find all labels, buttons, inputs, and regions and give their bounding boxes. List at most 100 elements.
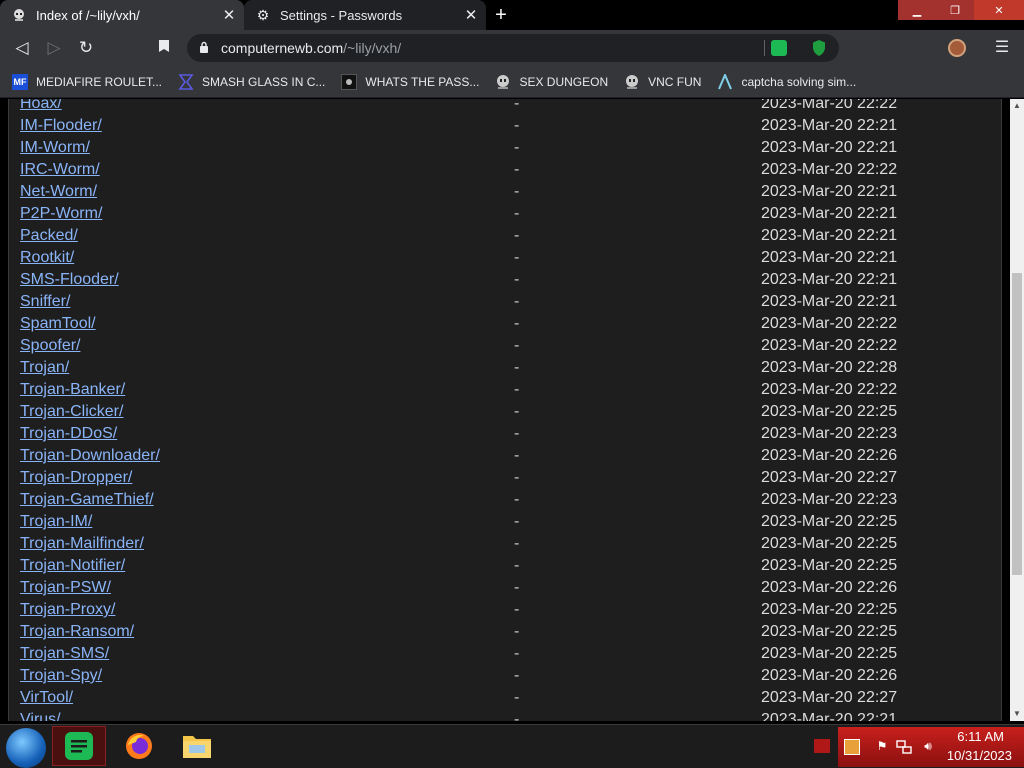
flag-icon[interactable]: ⚑ xyxy=(874,739,890,755)
scroll-down-arrow-icon[interactable]: ▼ xyxy=(1010,707,1024,721)
date-cell: 2023-Mar-20 22:21 xyxy=(761,183,898,200)
directory-link[interactable]: Trojan-DDoS/ xyxy=(20,425,117,443)
table-row: SMS-Flooder/ - 2023-Mar-20 22:21 xyxy=(9,271,1003,293)
clock-date[interactable]: 10/31/2023 xyxy=(947,748,1012,763)
directory-link[interactable]: Trojan/ xyxy=(20,359,69,377)
scrollbar-thumb[interactable] xyxy=(1012,273,1022,575)
bookmark-whats-the-pass[interactable]: WHATS THE PASS... xyxy=(341,73,479,90)
date-cell: 2023-Mar-20 22:26 xyxy=(761,667,898,684)
table-row: Trojan-GameThief/ - 2023-Mar-20 22:23 xyxy=(9,491,1003,513)
table-row: Trojan-Proxy/ - 2023-Mar-20 22:25 xyxy=(9,601,1003,623)
directory-link[interactable]: Rootkit/ xyxy=(20,249,74,267)
new-tab-button[interactable]: + xyxy=(490,4,512,26)
forward-button[interactable]: ▷ xyxy=(43,37,65,59)
bookmark-captcha[interactable]: captcha solving sim... xyxy=(717,73,856,90)
directory-link[interactable]: Trojan-SMS/ xyxy=(20,645,109,663)
minimize-button[interactable]: ▁ xyxy=(898,0,936,20)
robot-icon xyxy=(495,74,511,90)
directory-link[interactable]: Hoax/ xyxy=(20,99,62,113)
address-bar[interactable]: computernewb.com/~lily/vxh/ xyxy=(187,34,839,62)
directory-link[interactable]: Trojan-Proxy/ xyxy=(20,601,115,619)
date-cell: 2023-Mar-20 22:21 xyxy=(761,293,898,310)
directory-link[interactable]: Packed/ xyxy=(20,227,78,245)
extension-icon[interactable] xyxy=(771,40,787,56)
bookmark-vnc-fun[interactable]: VNC FUN xyxy=(624,74,701,90)
close-window-button[interactable]: ✕ xyxy=(974,0,1024,20)
size-cell: - xyxy=(514,337,520,354)
directory-link[interactable]: Spoofer/ xyxy=(20,337,80,355)
table-row: IRC-Worm/ - 2023-Mar-20 22:22 xyxy=(9,161,1003,183)
directory-link[interactable]: Trojan-Mailfinder/ xyxy=(20,535,144,553)
table-row: Packed/ - 2023-Mar-20 22:21 xyxy=(9,227,1003,249)
start-button[interactable] xyxy=(6,728,46,768)
directory-link[interactable]: Trojan-IM/ xyxy=(20,513,92,531)
directory-link[interactable]: SpamTool/ xyxy=(20,315,96,333)
url-path: /~lily/vxh/ xyxy=(343,40,402,56)
restore-button[interactable]: ❐ xyxy=(936,0,974,20)
directory-link[interactable]: P2P-Worm/ xyxy=(20,205,102,223)
gear-icon: ⚙ xyxy=(256,6,270,23)
date-cell: 2023-Mar-20 22:21 xyxy=(761,227,898,244)
bookmark-label: MEDIAFIRE ROULET... xyxy=(36,74,163,89)
size-cell: - xyxy=(514,249,520,266)
size-cell: - xyxy=(514,99,520,112)
clock-time[interactable]: 6:11 AM xyxy=(957,729,1004,744)
directory-link[interactable]: Net-Worm/ xyxy=(20,183,97,201)
directory-link[interactable]: Trojan-GameThief/ xyxy=(20,491,154,509)
directory-link[interactable]: IM-Worm/ xyxy=(20,139,90,157)
menu-icon[interactable]: ☰ xyxy=(992,37,1012,59)
volume-icon[interactable]: 🔊︎ xyxy=(920,739,936,755)
directory-link[interactable]: Trojan-Dropper/ xyxy=(20,469,132,487)
directory-link[interactable]: Trojan-Clicker/ xyxy=(20,403,123,421)
directory-link[interactable]: VirTool/ xyxy=(20,689,73,707)
avatar[interactable] xyxy=(948,39,966,57)
shield-icon[interactable] xyxy=(811,39,827,57)
size-cell: - xyxy=(514,425,520,442)
directory-link[interactable]: SMS-Flooder/ xyxy=(20,271,119,289)
scroll-up-arrow-icon[interactable]: ▲ xyxy=(1010,99,1024,113)
close-icon[interactable]: ✕ xyxy=(462,6,480,24)
size-cell: - xyxy=(514,139,520,156)
directory-link[interactable]: IRC-Worm/ xyxy=(20,161,100,179)
directory-link[interactable]: Trojan-Notifier/ xyxy=(20,557,125,575)
table-row: Trojan-Dropper/ - 2023-Mar-20 22:27 xyxy=(9,469,1003,491)
back-button[interactable]: ◁ xyxy=(11,37,33,59)
directory-link[interactable]: Trojan-Banker/ xyxy=(20,381,125,399)
tab-directory-index[interactable]: Index of /~lily/vxh/ ✕ xyxy=(0,0,244,30)
tab-settings-passwords[interactable]: ⚙ Settings - Passwords ✕ xyxy=(244,0,486,30)
taskbar-app-file-explorer[interactable] xyxy=(170,726,224,766)
system-tray: ⚑ 🔊︎ 6:11 AM 10/31/2023 xyxy=(838,727,1024,767)
bookmark-smash-glass[interactable]: SMASH GLASS IN C... xyxy=(178,73,325,90)
taskbar-app-firefox[interactable] xyxy=(112,726,166,766)
table-row: VirTool/ - 2023-Mar-20 22:27 xyxy=(9,689,1003,711)
vertical-scrollbar[interactable]: ▲ ▼ xyxy=(1010,99,1024,721)
date-cell: 2023-Mar-20 22:22 xyxy=(761,337,898,354)
close-icon[interactable]: ✕ xyxy=(220,6,238,24)
directory-link[interactable]: Virus/ xyxy=(20,711,61,721)
size-cell: - xyxy=(514,645,520,662)
directory-link[interactable]: Trojan-PSW/ xyxy=(20,579,111,597)
bookmark-icon[interactable] xyxy=(153,37,175,59)
tray-app-icon[interactable] xyxy=(844,739,860,755)
table-row: Sniffer/ - 2023-Mar-20 22:21 xyxy=(9,293,1003,315)
date-cell: 2023-Mar-20 22:26 xyxy=(761,447,898,464)
network-icon[interactable] xyxy=(896,739,912,755)
date-cell: 2023-Mar-20 22:28 xyxy=(761,359,898,376)
directory-link[interactable]: Trojan-Ransom/ xyxy=(20,623,134,641)
dark-square-icon xyxy=(341,73,358,90)
directory-link[interactable]: IM-Flooder/ xyxy=(20,117,102,135)
taskbar-app-spotify[interactable] xyxy=(52,726,106,766)
reload-button[interactable]: ↻ xyxy=(75,37,97,59)
size-cell: - xyxy=(514,447,520,464)
directory-link[interactable]: Sniffer/ xyxy=(20,293,70,311)
table-row: Trojan-Downloader/ - 2023-Mar-20 22:26 xyxy=(9,447,1003,469)
size-cell: - xyxy=(514,579,520,596)
directory-link[interactable]: Trojan-Downloader/ xyxy=(20,447,160,465)
table-row: Trojan-SMS/ - 2023-Mar-20 22:25 xyxy=(9,645,1003,667)
bookmark-sex-dungeon[interactable]: SEX DUNGEON xyxy=(495,74,608,90)
lock-icon[interactable] xyxy=(199,41,213,56)
notification-indicator-icon[interactable] xyxy=(814,739,830,753)
directory-link[interactable]: Trojan-Spy/ xyxy=(20,667,102,685)
bookmark-mediafire[interactable]: MF MEDIAFIRE ROULET... xyxy=(12,73,163,90)
table-row: Virus/ - 2023-Mar-20 22:21 xyxy=(9,711,1003,721)
